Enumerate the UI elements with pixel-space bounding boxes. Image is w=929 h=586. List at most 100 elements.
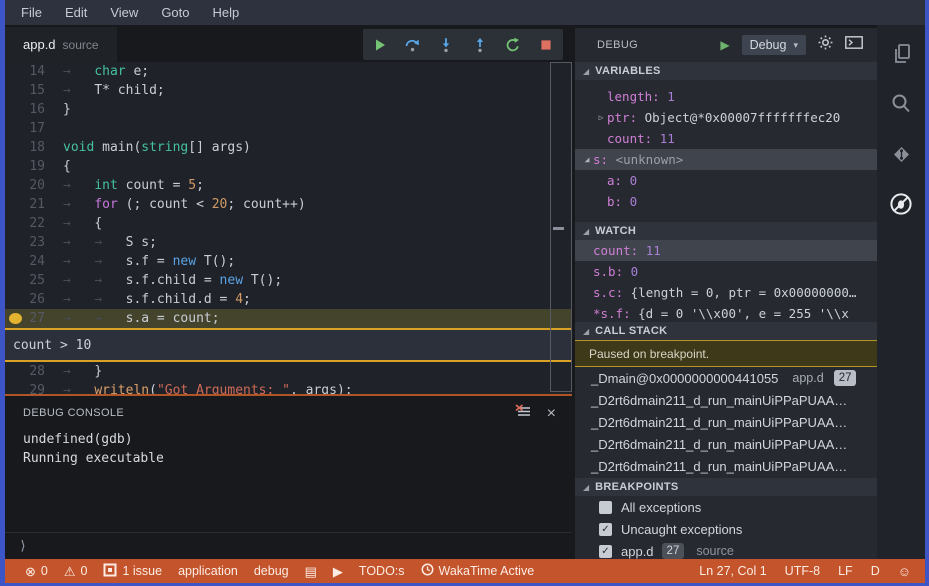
gutter[interactable]: 25 [5, 271, 49, 290]
breakpoint-row[interactable]: All exceptions [575, 496, 877, 518]
call-stack-frame[interactable]: _D2rt6dmain211_d_run_mainUiPPaPUAA… [575, 389, 877, 411]
gutter[interactable]: 22 [5, 214, 49, 233]
gutter[interactable]: 20 [5, 176, 49, 195]
code-line-17[interactable]: 17 [5, 119, 572, 138]
step-out-button[interactable] [469, 34, 491, 56]
source-control-icon[interactable] [888, 141, 914, 167]
search-icon[interactable] [888, 91, 914, 117]
code-line-18[interactable]: 18 void main(string[] args) [5, 138, 572, 157]
code-line-19[interactable]: 19 { [5, 157, 572, 176]
code-line-22[interactable]: 22 → { [5, 214, 572, 233]
gutter[interactable]: 27 [5, 309, 49, 328]
call-stack-frame[interactable]: _D2rt6dmain211_d_run_mainUiPPaPUAA… [575, 433, 877, 455]
step-into-button[interactable] [435, 34, 457, 56]
call-stack-frame[interactable]: _Dmain@0x0000000000441055 app.d 27 [575, 367, 877, 389]
status-item-lf[interactable]: LF [838, 564, 853, 578]
code-editor[interactable]: 14 → char e; 15 → T* child; 16} 17 18 void main… [5, 62, 572, 394]
tab-app-d[interactable]: app.d source [5, 27, 117, 62]
status-item-debug[interactable]: debug [254, 564, 289, 578]
twisty-icon[interactable]: ▷ [595, 113, 607, 122]
editor-scrollbar[interactable] [550, 62, 572, 392]
gutter[interactable]: 24 [5, 252, 49, 271]
watch-row[interactable]: count: 11 [575, 240, 877, 261]
status-item-run[interactable]: ▶ [333, 565, 343, 578]
variable-row[interactable]: b: 0 [575, 191, 877, 212]
code-line-16[interactable]: 16} [5, 100, 572, 119]
gutter[interactable]: 17 [5, 119, 49, 138]
variable-row[interactable]: a: 0 [575, 170, 877, 191]
console-repl-prompt[interactable]: ⟩ [19, 539, 27, 554]
code-line-26[interactable]: 26 → → s.f.child.d = 4; [5, 290, 572, 309]
status-item-clock[interactable]: WakaTime Active [421, 563, 534, 579]
checkbox-unchecked[interactable] [599, 500, 612, 514]
status-item-d[interactable]: D [871, 564, 880, 578]
status-item-output[interactable]: ▤ [305, 565, 317, 578]
gutter[interactable]: 14 [5, 62, 49, 81]
code-line-14[interactable]: 14 → char e; [5, 62, 572, 81]
code-line-24[interactable]: 24 → → s.f = new T(); [5, 252, 572, 271]
gutter[interactable]: 28 [5, 362, 49, 381]
menu-item-goto[interactable]: Goto [156, 3, 194, 22]
variable-row[interactable]: ▷ ptr: Object@*0x00007fffffffec20 [575, 107, 877, 128]
debug-icon-active[interactable] [888, 191, 914, 217]
checkbox-checked[interactable]: ✓ [599, 522, 612, 536]
status-item-utf-8[interactable]: UTF-8 [785, 564, 820, 578]
code-line-20[interactable]: 20 → int count = 5; [5, 176, 572, 195]
code-line-21[interactable]: 21 → for (; count < 20; count++) [5, 195, 572, 214]
variable-row[interactable]: ◢ s: <unknown> [575, 149, 877, 170]
close-icon[interactable]: × [547, 405, 556, 421]
menu-item-edit[interactable]: Edit [60, 3, 92, 22]
checkbox-checked[interactable]: ✓ [599, 544, 612, 558]
code-line-15[interactable]: 15 → T* child; [5, 81, 572, 100]
section-header-call-stack[interactable]: ◢ CALL STACK [575, 322, 877, 340]
continue-button[interactable] [369, 34, 391, 56]
gutter[interactable]: 18 [5, 138, 49, 157]
breakpoint-row[interactable]: ✓ app.d 27 source [575, 540, 877, 559]
variable-row[interactable]: count: 11 [575, 128, 877, 149]
gear-icon[interactable] [818, 35, 833, 55]
status-item-issues[interactable]: 1 issue [103, 563, 162, 580]
clear-console-icon[interactable] [515, 404, 531, 423]
gutter[interactable]: 23 [5, 233, 49, 252]
section-header-variables[interactable]: ◢ VARIABLES [575, 62, 877, 80]
twisty-icon[interactable]: ◢ [581, 155, 593, 164]
status-item-warning[interactable]: ⚠ 0 [64, 564, 88, 578]
menu-item-view[interactable]: View [105, 3, 143, 22]
breakpoint-row[interactable]: ✓ Uncaught exceptions [575, 518, 877, 540]
open-console-icon[interactable] [845, 36, 863, 54]
launch-config-select[interactable]: Debug ▾ [741, 35, 806, 55]
watch-row[interactable]: *s.f: {d = 0 '\\x00', e = 255 '\\x [575, 303, 877, 322]
menu-item-file[interactable]: File [16, 3, 47, 22]
status-item-todo-s[interactable]: TODO:s [359, 564, 405, 578]
breakpoint-condition-input[interactable]: count > 10 [5, 328, 572, 362]
stop-button[interactable] [535, 34, 557, 56]
variable-row[interactable]: length: 1 [575, 86, 877, 107]
breakpoint-dot[interactable] [9, 313, 22, 324]
gutter[interactable]: 29 [5, 381, 49, 394]
menu-item-help[interactable]: Help [208, 3, 245, 22]
status-item-application[interactable]: application [178, 564, 238, 578]
code-line-23[interactable]: 23 → → S s; [5, 233, 572, 252]
status-item-ln-27-col-1[interactable]: Ln 27, Col 1 [699, 564, 766, 578]
section-header-breakpoints[interactable]: ◢ BREAKPOINTS [575, 478, 877, 496]
section-header-watch[interactable]: ◢ WATCH [575, 222, 877, 240]
restart-button[interactable] [502, 34, 524, 56]
watch-row[interactable]: s.b: 0 [575, 261, 877, 282]
start-debug-icon[interactable]: ▶ [720, 38, 729, 52]
status-item-smiley[interactable]: ☺ [898, 565, 911, 578]
gutter[interactable]: 21 [5, 195, 49, 214]
code-line-25[interactable]: 25 → → s.f.child = new T(); [5, 271, 572, 290]
gutter[interactable]: 16 [5, 100, 49, 119]
call-stack-frame[interactable]: _D2rt6dmain211_d_run_mainUiPPaPUAA… [575, 411, 877, 433]
call-stack-frame[interactable]: _D2rt6dmain211_d_run_mainUiPPaPUAA… [575, 455, 877, 477]
gutter[interactable]: 26 [5, 290, 49, 309]
gutter[interactable]: 19 [5, 157, 49, 176]
files-icon[interactable] [888, 41, 914, 67]
gutter[interactable]: 15 [5, 81, 49, 100]
code-line-29[interactable]: 29 → writeln("Got Arguments: ", args); [5, 381, 572, 394]
status-item-error[interactable]: ⊗ 0 [25, 564, 48, 578]
watch-row[interactable]: s.c: {length = 0, ptr = 0x00000000… [575, 282, 877, 303]
code-line-28[interactable]: 28 → } [5, 362, 572, 381]
code-line-27[interactable]: 27 → → s.a = count; [5, 309, 572, 328]
step-over-button[interactable] [402, 34, 424, 56]
